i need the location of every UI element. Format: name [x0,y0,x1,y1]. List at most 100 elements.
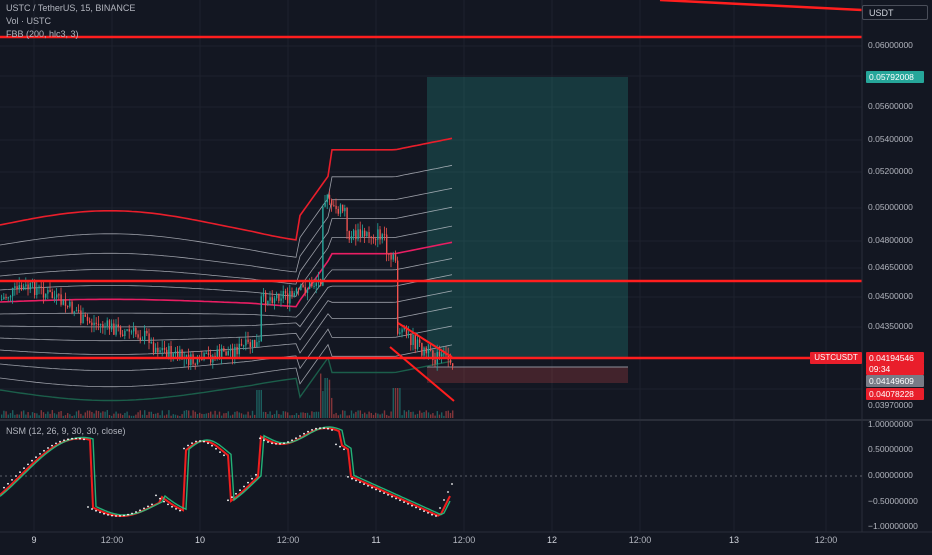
osc-dot [163,500,165,503]
candle-body [361,230,364,237]
volume-bar [357,410,359,418]
candle-body [331,199,333,206]
osc-dot [111,514,113,517]
volume-bar [447,410,449,418]
volume-bar [256,390,258,418]
volume-bar [392,388,394,418]
osc-dot [235,492,237,495]
volume-bar [381,413,383,418]
osc-dot [335,443,337,446]
volume-bar [3,410,5,418]
osc-dot [291,439,293,442]
volume-bar [163,415,166,418]
candle-body [227,350,229,356]
candle-body [427,349,430,354]
volume-bar [342,410,344,418]
chart-canvas[interactable] [0,0,932,550]
volume-bar [333,414,335,418]
volume-bar [34,413,36,418]
candle-body [155,347,157,353]
candle-body [225,351,227,356]
candle-body [108,320,111,330]
candle-body [23,286,25,290]
candle-body [188,354,190,366]
osc-dot [167,503,169,506]
osc-dot [43,449,45,452]
volume-bar [177,415,179,418]
candle-body [359,229,361,237]
volume-bar [443,415,445,418]
candle-body [423,347,425,356]
volume-bar [397,388,399,418]
candle-body [381,234,383,240]
nsm-oscillator [0,426,453,517]
osc-dot [347,476,349,478]
osc-dot [39,453,41,455]
volume-bar [60,411,62,418]
candle-body [350,236,353,240]
candle-body [421,342,423,356]
volume-bar [449,412,452,418]
osc-dot [219,451,221,453]
volume-bar [234,411,236,418]
volume-bar [425,410,427,418]
fbb-bands [0,137,453,402]
osc-dot [143,507,145,510]
volume-legend[interactable]: Vol · USTC [6,16,51,26]
osc-dot [439,507,441,509]
candle-body [137,334,139,338]
band-line [0,325,453,371]
volume-bar [139,410,141,418]
volume-bar [410,411,412,418]
osc-dot [395,497,397,500]
volume-bar [14,414,16,418]
candle-body [390,254,392,260]
candle-body [14,286,16,289]
candle-body [130,331,133,333]
volume-bar [49,413,51,418]
candle-body [412,334,414,345]
volume-bar [311,411,313,418]
volume-bar [273,413,276,418]
candle-body [51,292,53,298]
chart-area[interactable]: USTC / TetherUS, 15, BINANCE Vol · USTC … [0,0,932,550]
oscillator-legend[interactable]: NSM (12, 26, 9, 30, 30, close) [6,426,126,436]
symbol-box[interactable]: USDT [862,5,928,20]
chart-title[interactable]: USTC / TetherUS, 15, BINANCE [6,3,135,13]
candle-body [306,288,309,294]
indicator-legend[interactable]: FBB (200, hlc3, 3) [6,29,79,39]
volume-bar [383,410,386,418]
volume-bar [445,411,447,418]
entry-price-label: 0.04149609 [866,375,924,387]
volume-bar [372,414,375,418]
volume-bar [430,414,432,418]
volume-bar [155,413,157,418]
volume-bar [243,414,245,418]
candle-body [16,286,18,290]
osc-dot [431,513,433,516]
osc-dot [215,447,217,450]
volume-bar [399,388,401,418]
candle-body [315,282,317,286]
candle-body [267,300,269,305]
candle-body [168,345,170,357]
osc-dot [447,491,449,493]
volume-bar [75,411,78,418]
osc-dot [239,489,241,492]
osc-dot [171,505,173,508]
trend-line-top[interactable] [659,0,863,12]
candle-body [392,254,394,260]
volume-bar [412,411,414,418]
volume-bar [146,415,148,418]
volume-bar [106,410,108,418]
volume-bar [67,413,69,418]
volume-bar [23,410,25,418]
volume-bar [117,413,119,418]
osc-dot [387,494,389,496]
osc-dot [255,473,257,476]
candle-body [179,349,181,358]
candle-body [124,330,126,337]
volume-bar [20,411,23,418]
volume-bar [269,411,271,418]
candle-body [419,339,421,343]
